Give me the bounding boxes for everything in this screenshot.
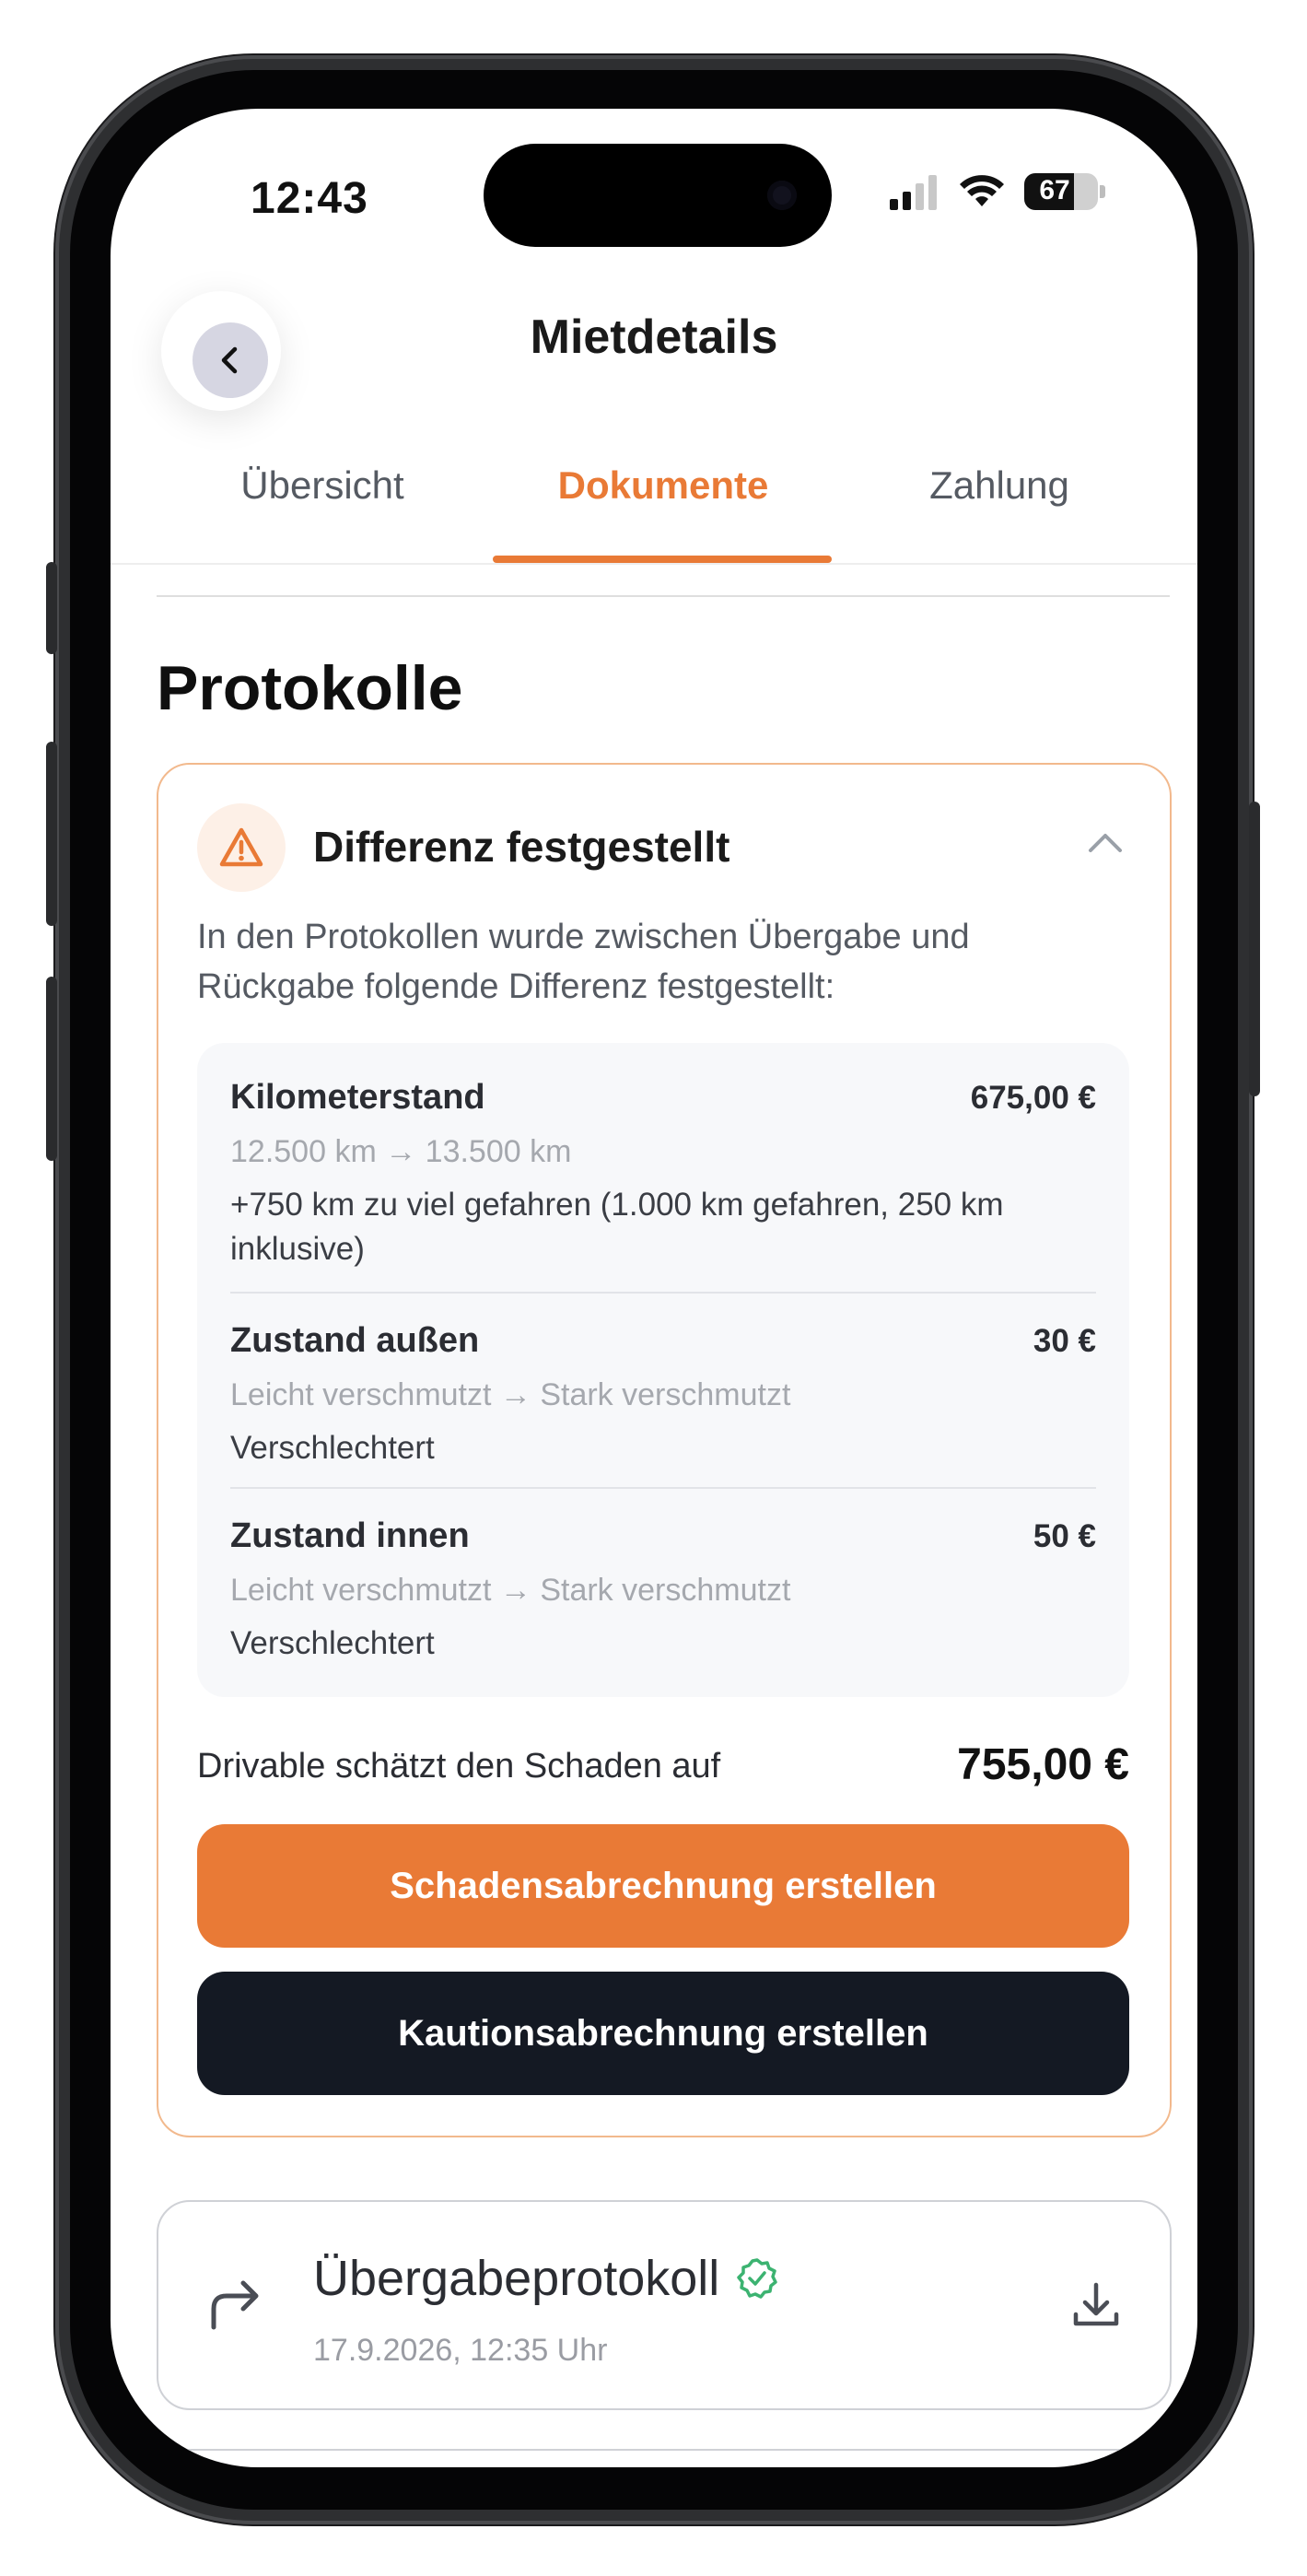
tab-dokumente[interactable]: Dokumente [493, 463, 834, 508]
app-screen: 12:43 67 Mietdetails Übersicht Dokumente… [111, 109, 1197, 2467]
divider [230, 1487, 1096, 1489]
difference-item-interior: Zustand innen 50 € Leicht verschmutzt → … [230, 1516, 1096, 1666]
difference-list: Kilometerstand 675,00 € 12.500 km → 13.5… [197, 1043, 1129, 1697]
warning-icon-badge [197, 803, 286, 892]
volume-up-button [46, 742, 57, 926]
download-icon[interactable] [1070, 2279, 1122, 2331]
item-label: Kilometerstand [230, 1078, 485, 1117]
item-label: Zustand innen [230, 1516, 470, 1555]
battery-cap [1100, 185, 1105, 198]
create-deposit-invoice-button[interactable]: Kautionsabrechnung erstellen [197, 1972, 1129, 2095]
divider [157, 595, 1170, 597]
status-time: 12:43 [251, 174, 368, 223]
dynamic-island [484, 144, 832, 247]
protocol-title-row: Übergabeprotokoll [313, 2250, 778, 2307]
tab-uebersicht[interactable]: Übersicht [152, 463, 493, 508]
protocol-title: Übergabeprotokoll [313, 2251, 720, 2306]
status-indicators: 67 [888, 173, 1105, 210]
warning-triangle-icon [219, 827, 263, 867]
cellular-signal-icon [890, 175, 937, 210]
item-amount: 50 € [1033, 1518, 1096, 1554]
estimate-value: 755,00 € [957, 1740, 1129, 1789]
item-note: Verschlechtert [230, 1430, 435, 1466]
difference-card: Differenz festgestellt In den Protokolle… [157, 763, 1172, 2137]
item-change: 12.500 km → 13.500 km [230, 1134, 572, 1169]
item-note: Verschlechtert [230, 1625, 435, 1661]
chevron-up-icon[interactable] [1087, 831, 1124, 855]
volume-down-button [46, 977, 57, 1161]
page-title: Mietdetails [530, 310, 778, 364]
difference-item-mileage: Kilometerstand 675,00 € 12.500 km → 13.5… [230, 1078, 1096, 1271]
protocol-card-handover[interactable]: Übergabeprotokoll 17.9.2026, 12:35 Uhr [157, 2200, 1172, 2410]
camera-icon [767, 181, 797, 210]
protocol-card-partial[interactable] [157, 2449, 1172, 2467]
difference-title: Differenz festgestellt [313, 823, 730, 871]
estimate-label: Drivable schätzt den Schaden auf [197, 1747, 721, 1786]
item-label: Zustand außen [230, 1321, 480, 1360]
create-damage-invoice-button[interactable]: Schadensabrechnung erstellen [197, 1824, 1129, 1948]
redo-arrow-icon [211, 2280, 259, 2330]
power-button [1249, 802, 1260, 1096]
tab-bar: Übersicht Dokumente Zahlung [111, 436, 1197, 565]
item-change: Leicht verschmutzt → Stark verschmutzt [230, 1573, 791, 1608]
active-tab-indicator [493, 556, 832, 563]
item-amount: 30 € [1033, 1323, 1096, 1359]
action-button [46, 562, 57, 654]
battery-level: 67 [1039, 175, 1070, 205]
section-title: Protokolle [157, 653, 463, 723]
difference-item-exterior: Zustand außen 30 € Leicht verschmutzt → … [230, 1321, 1096, 1470]
divider [230, 1292, 1096, 1294]
verified-check-icon [737, 2258, 778, 2299]
item-change: Leicht verschmutzt → Stark verschmutzt [230, 1377, 791, 1412]
tab-zahlung[interactable]: Zahlung [829, 463, 1170, 508]
item-amount: 675,00 € [970, 1080, 1096, 1116]
protocol-date: 17.9.2026, 12:35 Uhr [313, 2333, 608, 2368]
difference-description: In den Protokollen wurde zwischen Überga… [197, 918, 970, 1006]
battery-icon: 67 [1024, 173, 1098, 210]
item-note: +750 km zu viel gefahren (1.000 km gefah… [230, 1187, 1004, 1267]
wifi-icon [960, 175, 1004, 206]
